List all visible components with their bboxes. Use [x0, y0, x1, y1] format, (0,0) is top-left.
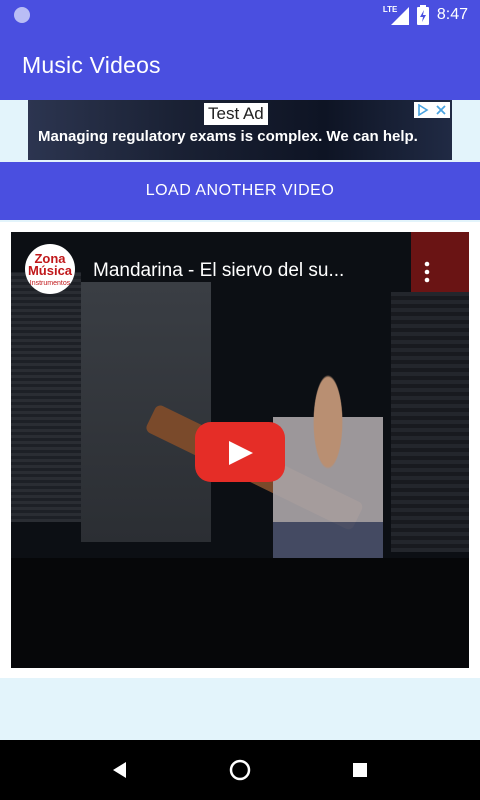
close-icon[interactable]: [435, 104, 447, 116]
scene-floor: [11, 558, 469, 668]
load-another-video-button[interactable]: LOAD ANOTHER VIDEO: [0, 162, 480, 220]
battery-icon: [416, 5, 429, 25]
scene-panel-left: [11, 272, 81, 522]
app-bar: Music Videos: [0, 30, 480, 100]
ad-choices-icon[interactable]: [417, 104, 429, 116]
ad-choices[interactable]: [414, 102, 450, 118]
home-icon[interactable]: [228, 758, 252, 782]
ad-banner[interactable]: Test Ad Managing regulatory exams is com…: [28, 100, 452, 160]
signal-icon: LTE: [383, 5, 409, 25]
channel-avatar-subtext: Instrumentos: [29, 280, 71, 287]
video-title[interactable]: Mandarina - El siervo del su...: [93, 260, 403, 282]
channel-avatar[interactable]: Zona Música Instrumentos: [25, 244, 75, 294]
clock: 8:47: [436, 6, 468, 23]
video-container: Zona Música Instrumentos Mandarina - El …: [0, 222, 480, 678]
ad-text: Managing regulatory exams is complex. We…: [38, 128, 418, 145]
more-vert-icon[interactable]: [419, 260, 435, 284]
recents-icon[interactable]: [348, 758, 372, 782]
status-bar: LTE 8:47: [0, 0, 480, 30]
play-icon: [229, 441, 253, 465]
scene-wall: [81, 282, 211, 542]
video-player[interactable]: Zona Música Instrumentos Mandarina - El …: [11, 232, 469, 668]
notification-dot-icon: [14, 7, 30, 23]
status-icons: LTE 8:47: [383, 5, 468, 25]
navigation-bar: [0, 740, 480, 800]
scene-panel-right: [391, 292, 469, 552]
app-title: Music Videos: [22, 52, 161, 78]
channel-avatar-text: Zona Música: [27, 251, 73, 278]
back-icon[interactable]: [108, 758, 132, 782]
play-button[interactable]: [195, 422, 285, 482]
ad-label: Test Ad: [204, 103, 268, 125]
